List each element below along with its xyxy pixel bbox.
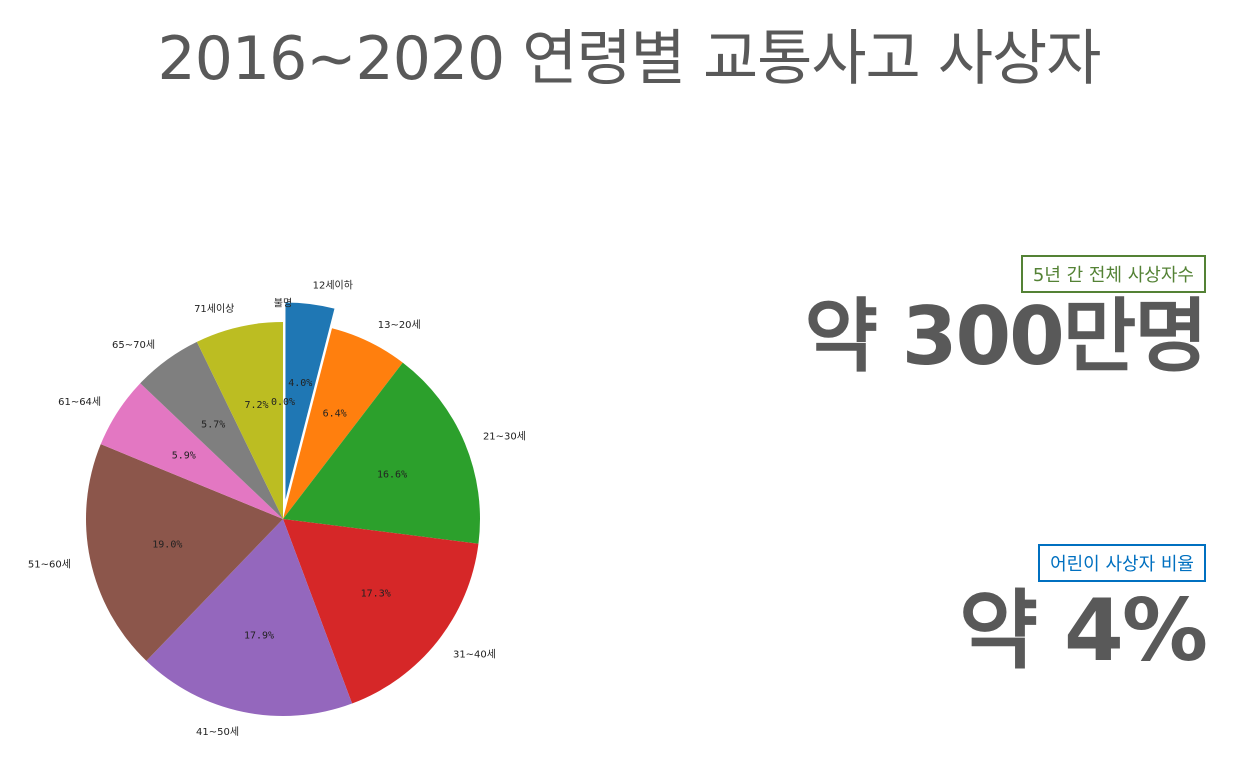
pie-category-label-6: 61~64세 — [58, 396, 101, 408]
child-ratio-stat: 어린이 사상자 비율 약 4% — [958, 544, 1208, 681]
total-casualties-stat: 5년 간 전체 사상자수 약 300만명 — [804, 255, 1208, 383]
pie-category-label-0: 12세이하 — [313, 278, 353, 291]
page: 2016~2020 연령별 교통사고 사상자 4.0% 12세이하 6.4% 13~2… — [0, 0, 1258, 769]
pie-percent-label-2: 16.6% — [377, 469, 407, 480]
pie-category-label-1: 13~20세 — [378, 319, 421, 331]
pie-category-label-3: 31~40세 — [453, 648, 496, 660]
pie-percent-label-1: 6.4% — [323, 409, 347, 420]
page-title: 2016~2020 연령별 교통사고 사상자 — [157, 24, 1102, 94]
pie-percent-label-4: 17.9% — [244, 631, 274, 642]
pie-percent-label-0: 4.0% — [288, 378, 312, 389]
pie-percent-label-9: 0.0% — [271, 397, 295, 408]
total-casualties-label: 5년 간 전체 사상자수 — [1020, 255, 1206, 293]
pie-category-label-4: 41~50세 — [196, 726, 239, 738]
pie-category-label-7: 65~70세 — [112, 339, 155, 351]
pie-percent-label-6: 5.9% — [172, 451, 196, 462]
pie-category-label-5: 51~60세 — [28, 559, 71, 571]
pie-percent-label-3: 17.3% — [361, 588, 391, 599]
age-pie-chart: 4.0% 12세이하 6.4% 13~20세 16.6% 21~30세 17.3% 31~40… — [28, 278, 526, 738]
child-ratio-value: 약 4% — [958, 581, 1208, 681]
pie-percent-label-7: 5.7% — [201, 420, 225, 431]
pie-percent-label-5: 19.0% — [152, 539, 182, 550]
child-ratio-label: 어린이 사상자 비율 — [1038, 544, 1206, 582]
pie-category-label-9: 불명 — [274, 297, 292, 309]
pie-category-label-8: 71세이상 — [194, 303, 234, 315]
total-casualties-value: 약 300만명 — [804, 290, 1208, 383]
pie-percent-label-8: 7.2% — [244, 400, 268, 411]
pie-category-label-2: 21~30세 — [483, 430, 526, 442]
